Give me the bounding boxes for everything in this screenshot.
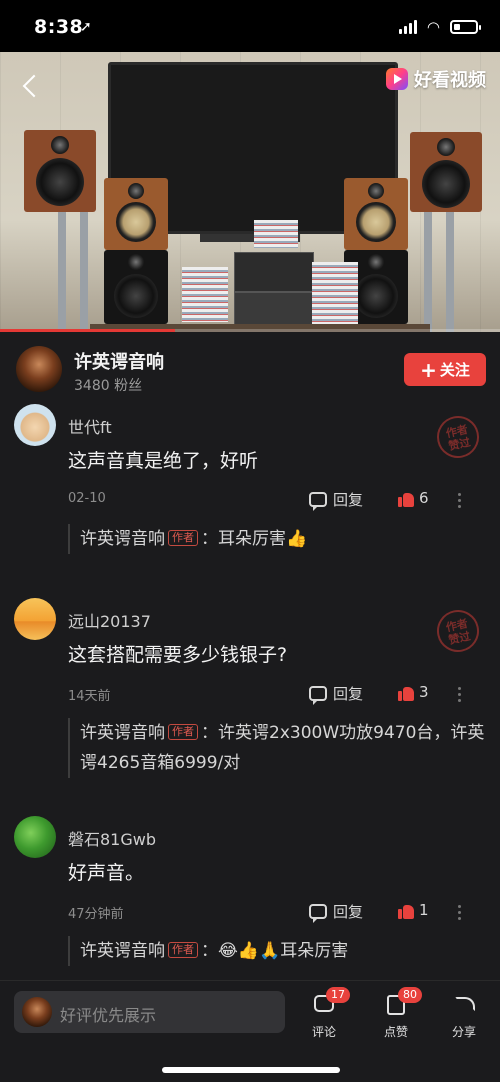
comment-username[interactable]: 磐石81Gwb <box>68 826 156 850</box>
like-action[interactable]: 80 点赞 <box>376 987 422 1040</box>
author-reply[interactable]: 许英谔音响 作者 ：😂👍🙏耳朵厉害 <box>68 936 488 966</box>
author-reply-name[interactable]: 许英谔音响 <box>80 941 165 961</box>
video-stand <box>446 212 454 332</box>
wifi-icon: ◠ <box>426 18 440 36</box>
comment-bubble-icon <box>309 904 327 923</box>
comment-input[interactable]: 好评优先展示 <box>14 991 285 1033</box>
video-speaker <box>104 178 168 250</box>
reply-button[interactable]: 回复 <box>309 683 364 705</box>
reply-button[interactable]: 回复 <box>309 901 364 923</box>
video-amplifier <box>234 252 314 292</box>
comment-username[interactable]: 远山20137 <box>68 608 151 632</box>
video-speaker <box>24 130 96 212</box>
video-amplifier <box>234 292 314 328</box>
status-time: 8:38 <box>34 16 84 38</box>
comment-item: 磐石81Gwb 好声音。 47分钟前 回复 1 许英谔音响 作者 ：😂👍🙏耳朵厉害 <box>0 816 500 976</box>
video-speaker <box>344 178 408 250</box>
comments-label: 评论 <box>311 1025 336 1039</box>
brand-name: 好看视频 <box>414 70 486 91</box>
comment-text[interactable]: 这声音真是绝了，好听 <box>68 446 258 473</box>
follow-label: 关注 <box>439 361 470 379</box>
status-bar: 8:38 ➚ ◠ <box>0 0 500 52</box>
brand-logo: 好看视频 <box>386 66 486 92</box>
like-count: 3 <box>419 683 429 701</box>
share-label: 分享 <box>451 1025 476 1039</box>
video-disc-stack <box>254 220 298 248</box>
video-disc-stack <box>182 267 228 322</box>
home-indicator <box>162 1067 340 1073</box>
author-reply[interactable]: 许英谔音响 作者 ：许英谔2x300W功放9470台，许英谔4265音箱6999/对 <box>68 718 488 778</box>
more-vertical-icon[interactable] <box>458 493 461 508</box>
like-label: 点赞 <box>383 1025 408 1039</box>
thumbs-up-icon <box>398 902 414 919</box>
follow-button[interactable]: + 关注 <box>404 353 486 386</box>
back-arrow-icon[interactable] <box>20 72 44 100</box>
channel-header: 许英谔音响 3480 粉丝 + 关注 <box>0 332 500 402</box>
like-button[interactable]: 6 <box>398 489 429 507</box>
comment-input-placeholder: 好评优先展示 <box>60 1006 157 1025</box>
channel-fans-count: 3480 粉丝 <box>74 378 143 394</box>
author-tag: 作者 <box>168 942 198 958</box>
video-stand <box>80 212 88 332</box>
reply-label: 回复 <box>333 903 364 921</box>
comment-avatar[interactable] <box>14 598 56 640</box>
reply-label: 回复 <box>333 685 364 703</box>
comment-item: 世代ft 这声音真是绝了，好听 作者 赞过 02-10 回复 6 许英谔音响 作者：… <box>0 404 500 574</box>
like-button[interactable]: 1 <box>398 901 429 919</box>
author-reply[interactable]: 许英谔音响 作者 ：耳朵厉害👍 <box>68 524 488 554</box>
comment-text[interactable]: 好声音。 <box>68 858 144 885</box>
channel-avatar[interactable] <box>16 346 62 392</box>
reply-label: 回复 <box>333 491 364 509</box>
comment-bubble-icon <box>309 492 327 511</box>
play-logo-icon <box>386 68 408 90</box>
like-count: 6 <box>419 489 429 507</box>
comment-avatar[interactable] <box>14 816 56 858</box>
comment-item: 远山20137 这套搭配需要多少钱银子? 作者 赞过 14天前 回复 3 许英谔音… <box>0 598 500 788</box>
thumbs-up-icon <box>398 490 414 507</box>
like-count: 1 <box>419 901 429 919</box>
thumbs-up-icon <box>398 684 414 701</box>
video-player[interactable]: 好看视频 <box>0 52 500 332</box>
more-vertical-icon[interactable] <box>458 687 461 702</box>
comment-text[interactable]: 这套搭配需要多少钱银子? <box>68 640 287 667</box>
location-arrow-icon: ➚ <box>80 19 92 35</box>
status-icons: ◠ <box>398 18 481 36</box>
author-tag: 作者 <box>168 724 198 740</box>
like-count-badge: 80 <box>398 987 422 1003</box>
author-reply-name[interactable]: 许英谔音响 <box>80 723 165 743</box>
bottom-bar: 好评优先展示 17 评论 80 点赞 分享 <box>0 980 500 1082</box>
video-stand <box>424 212 432 332</box>
more-vertical-icon[interactable] <box>458 905 461 920</box>
plus-icon: + <box>420 357 437 382</box>
battery-icon <box>450 20 481 34</box>
comment-username[interactable]: 世代ft <box>68 414 112 438</box>
cellular-signal-icon <box>398 20 417 34</box>
share-action[interactable]: 分享 <box>444 991 484 1040</box>
comment-avatar[interactable] <box>14 404 56 446</box>
author-reply-text: 😂👍🙏耳朵厉害 <box>218 941 349 961</box>
comment-count-badge: 17 <box>326 987 350 1003</box>
share-arrow-icon <box>455 997 475 1011</box>
channel-name[interactable]: 许英谔音响 <box>74 348 164 374</box>
author-liked-stamp: 作者 赞过 <box>433 412 483 462</box>
video-speaker <box>410 132 482 212</box>
user-avatar <box>22 997 52 1027</box>
video-disc-stack <box>312 262 358 327</box>
comment-time: 02-10 <box>68 491 106 506</box>
author-liked-stamp: 作者 赞过 <box>433 606 483 656</box>
video-speaker <box>104 250 168 324</box>
reply-button[interactable]: 回复 <box>309 489 364 511</box>
comments-action[interactable]: 17 评论 <box>304 987 350 1040</box>
comment-bubble-icon <box>309 686 327 705</box>
author-reply-text: 耳朵厉害👍 <box>218 529 308 549</box>
like-button[interactable]: 3 <box>398 683 429 701</box>
author-reply-name[interactable]: 许英谔音响 <box>80 529 165 549</box>
author-tag: 作者 <box>168 530 198 546</box>
comment-time: 14天前 <box>68 689 111 704</box>
video-stand <box>58 212 66 332</box>
comment-time: 47分钟前 <box>68 907 124 922</box>
